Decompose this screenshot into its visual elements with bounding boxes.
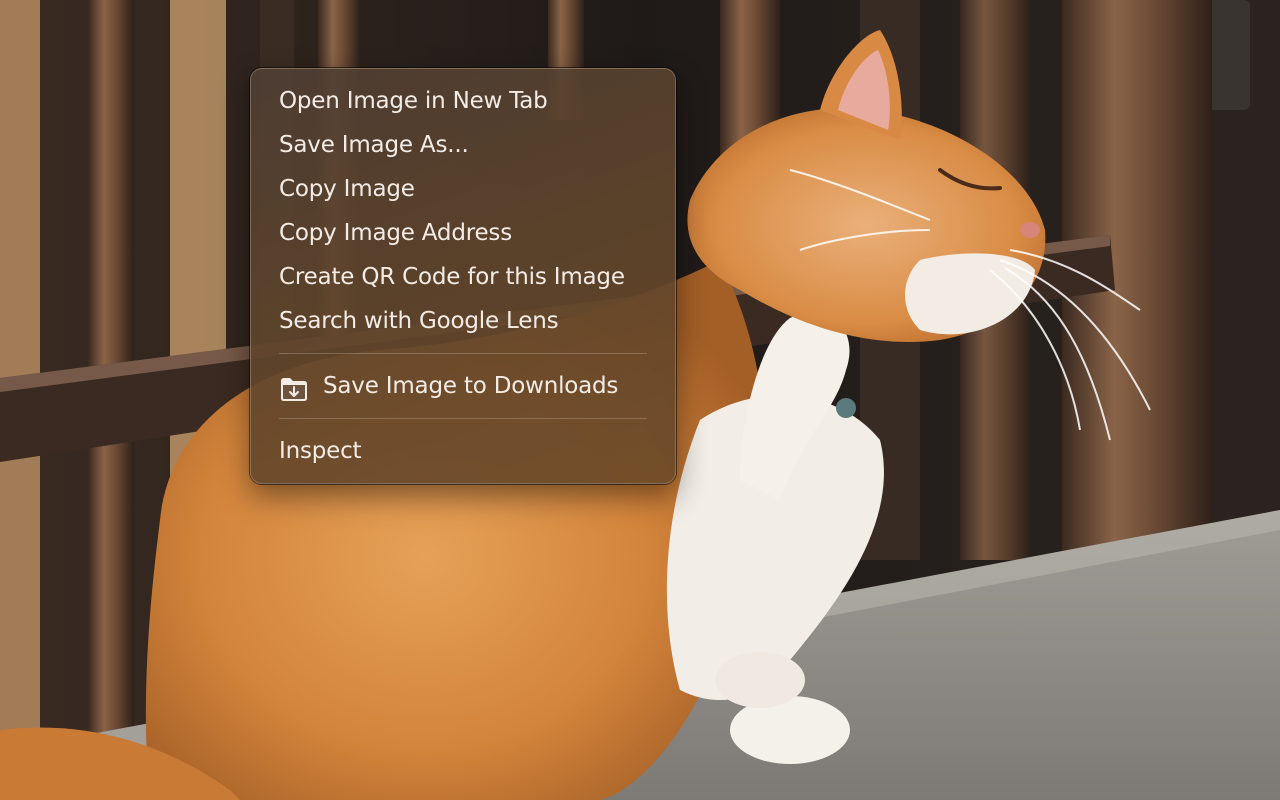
menu-item-copy-image[interactable]: Copy Image (251, 167, 675, 211)
menu-separator (279, 418, 647, 419)
menu-item-save-image-as[interactable]: Save Image As... (251, 123, 675, 167)
menu-item-create-qr-code[interactable]: Create QR Code for this Image (251, 255, 675, 299)
menu-item-copy-image-address[interactable]: Copy Image Address (251, 211, 675, 255)
menu-separator (279, 353, 647, 354)
download-folder-icon (279, 373, 309, 401)
menu-item-open-image-new-tab[interactable]: Open Image in New Tab (251, 79, 675, 123)
menu-item-save-image-to-downloads[interactable]: Save Image to Downloads (251, 364, 675, 408)
menu-item-label: Save Image to Downloads (323, 373, 619, 399)
context-menu: Open Image in New Tab Save Image As... C… (250, 68, 676, 484)
menu-item-search-google-lens[interactable]: Search with Google Lens (251, 299, 675, 343)
menu-item-inspect[interactable]: Inspect (251, 429, 675, 473)
